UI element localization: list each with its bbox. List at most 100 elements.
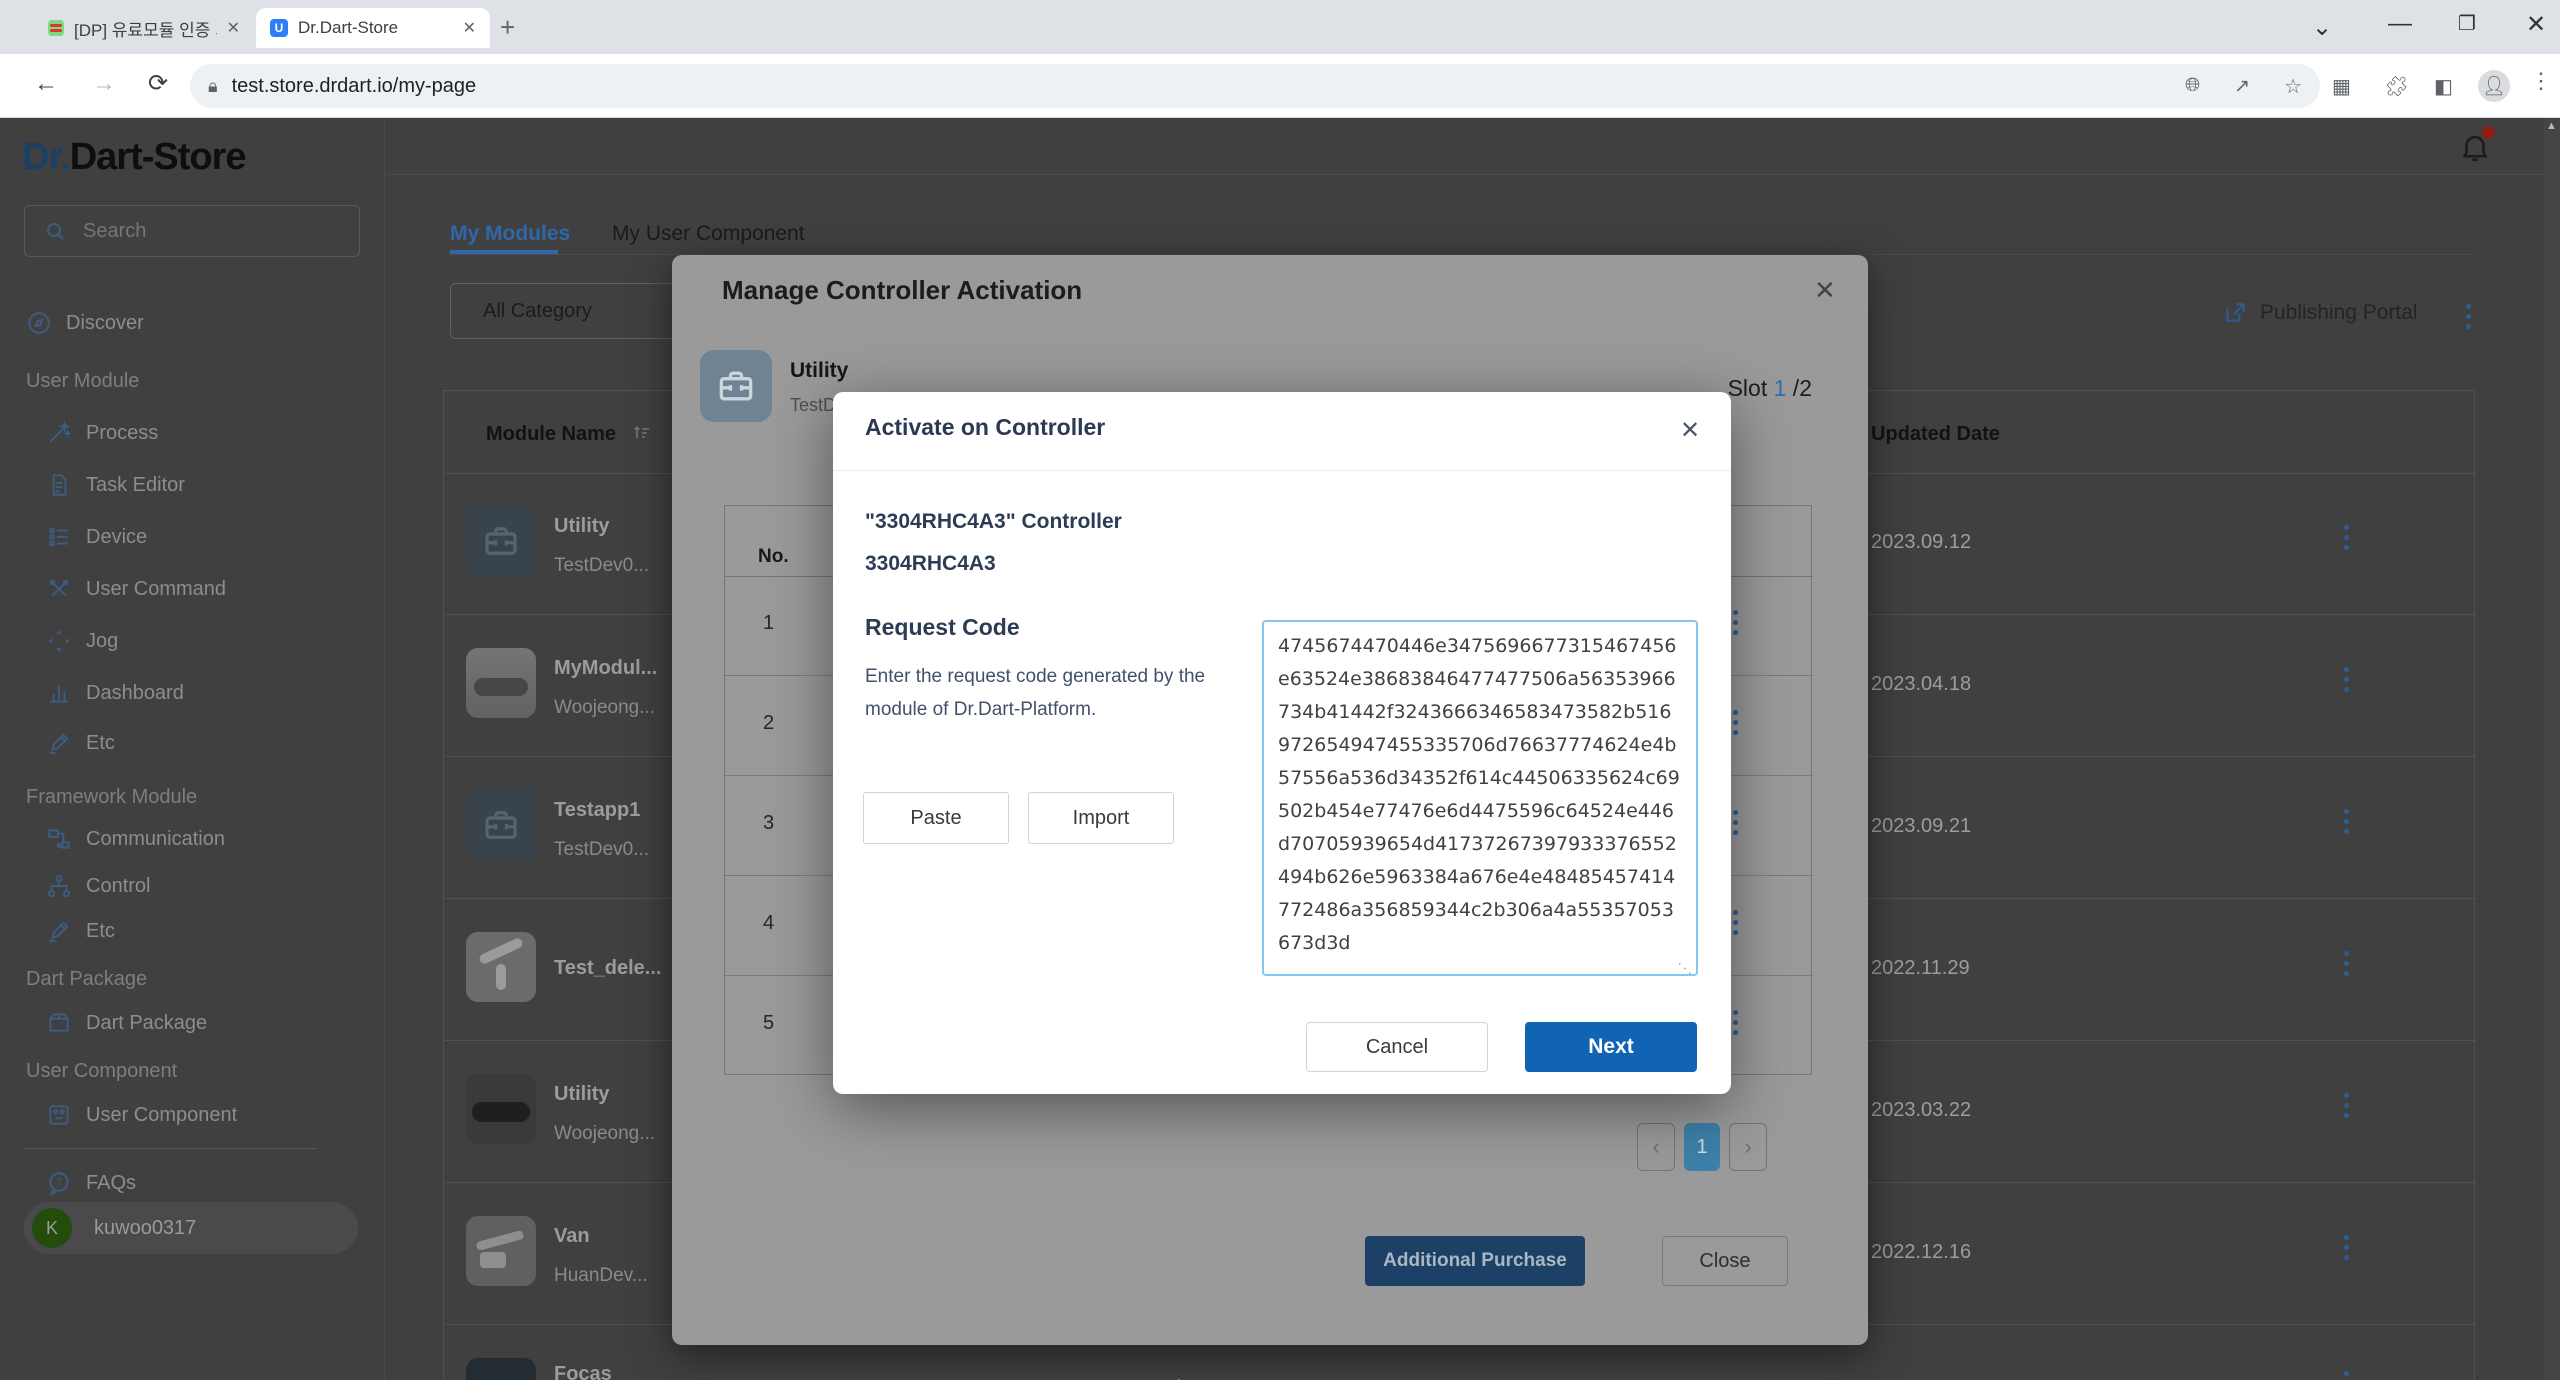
search-input[interactable] [81,219,331,244]
module-name: Utility [554,515,610,538]
browser-menu-kebab-icon[interactable]: ⋮ [2530,68,2552,94]
paste-button[interactable]: Paste [863,792,1009,844]
browser-tab-2[interactable]: U Dr.Dart-Store ✕ [256,8,490,48]
request-code-textarea[interactable]: 4745674470446e3475696677315467456e63524e… [1262,620,1698,976]
row-kebab-icon[interactable] [2344,525,2349,550]
window-minimize-button[interactable]: — [2388,12,2412,36]
reload-icon[interactable]: ⟳ [148,72,168,96]
sidebar-item-dashboard[interactable]: Dashboard [46,680,184,706]
modal2-header-divider [833,470,1731,471]
sidebar-item-task-editor[interactable]: Task Editor [46,472,185,498]
row-kebab-icon[interactable] [2344,1093,2349,1118]
row-kebab-icon[interactable] [2344,1235,2349,1260]
import-button[interactable]: Import [1028,792,1174,844]
tab2-close-icon[interactable]: ✕ [463,18,476,38]
additional-purchase-button[interactable]: Additional Purchase [1365,1236,1585,1286]
translate-icon[interactable]: 🌐︎ [2185,75,2200,97]
address-bar[interactable]: 🔒︎ test.store.drdart.io/my-page 🌐︎ ↗ ☆ [190,64,2320,108]
browser-tab-1[interactable]: [DP] 유료모듈 인증 기능 개발 (Ic ✕ [34,8,254,48]
module-name: Van [554,1225,590,1248]
chevron-left-icon: ‹ [1652,1134,1659,1160]
header-divider [386,174,2544,175]
search-box[interactable] [24,205,360,257]
sidebar-item-control[interactable]: Control [46,873,150,899]
module-thumbnail-toolbox-icon [466,790,536,860]
back-icon[interactable]: ← [34,72,58,96]
category-select-value: All Category [483,300,592,323]
sidebar-item-user-component[interactable]: User Component [46,1102,237,1128]
pagination-page-1-button[interactable]: 1 [1684,1123,1720,1171]
cancel-button[interactable]: Cancel [1306,1022,1488,1072]
row-kebab-icon[interactable] [2344,1371,2349,1380]
slot-kebab-icon[interactable] [1733,1010,1738,1035]
tab1-close-icon[interactable]: ✕ [227,18,240,38]
new-tab-button[interactable]: + [500,14,515,40]
extension-qr-icon[interactable]: ▦ [2332,74,2351,99]
sidebar-item-etc-framework[interactable]: Etc [46,918,115,944]
tools-icon [46,576,72,602]
sidebar-item-faqs[interactable]: ? FAQs [46,1170,136,1196]
module-thumbnail-robot-image [466,932,536,1002]
pencil-icon [46,730,72,756]
side-panel-icon[interactable]: ◧ [2434,74,2453,99]
next-button[interactable]: Next [1525,1022,1697,1072]
control-tree-icon [46,873,72,899]
sidebar-item-user-command[interactable]: User Command [46,576,226,602]
sort-icon[interactable] [629,421,653,445]
share-icon[interactable]: ↗ [2234,75,2250,98]
slot-kebab-icon[interactable] [1733,710,1738,735]
logo-part-dart: Dart [70,136,142,178]
window-menu-chevron-icon[interactable]: ⌄ [2312,16,2332,40]
modal2-close-icon[interactable]: ✕ [1680,416,1700,445]
module-thumbnail-car-image [466,1074,536,1144]
sidebar-item-etc-user[interactable]: Etc [46,730,115,756]
module-thumbnail-car-image [466,648,536,718]
sidebar-item-discover[interactable]: Discover [26,310,144,336]
sidebar-item-label: User Component [86,1104,237,1127]
scrollbar-up-arrow-icon[interactable]: ▲ [2546,120,2557,132]
sidebar-item-process[interactable]: Process [46,420,158,446]
textarea-resize-handle-icon[interactable]: ⋰ [1677,962,1694,976]
slot-kebab-icon[interactable] [1733,810,1738,835]
table-header-module-name[interactable]: Module Name [486,423,616,446]
bookmark-star-icon[interactable]: ☆ [2284,74,2302,99]
row-kebab-icon[interactable] [2344,809,2349,834]
page-menu-kebab-icon[interactable] [2466,304,2471,329]
module-dev: TestDev0... [554,555,649,577]
module-thumbnail-focas-tile: FOCAS [466,1358,536,1380]
sidebar-item-communication[interactable]: Communication [46,826,225,852]
sidebar-item-label: Dart Package [86,1012,207,1035]
slot-kebab-icon[interactable] [1733,610,1738,635]
sidebar-item-label: Process [86,422,158,445]
profile-avatar[interactable]: 👤︎ [2478,70,2510,102]
modal1-close-button[interactable]: Close [1662,1236,1788,1286]
pagination-next-button[interactable]: › [1729,1123,1767,1171]
user-card[interactable]: K kuwoo0317 [24,1202,358,1254]
lock-icon: 🔒︎ [208,76,218,97]
publishing-portal-link[interactable]: Publishing Portal [2222,300,2418,326]
extensions-puzzle-icon[interactable]: 🧩︎ [2384,74,2409,99]
page-number: 1 [1696,1136,1707,1159]
slot-kebab-icon[interactable] [1733,910,1738,935]
additional-purchase-label: Additional Purchase [1383,1250,1567,1272]
request-code-description: Enter the request code generated by the … [865,660,1227,726]
window-restore-button[interactable]: ❐ [2458,14,2476,34]
sidebar: Dr.Dart-Store Discover User Module Proce… [0,118,385,1380]
module-name: Testapp1 [554,799,640,822]
sidebar-item-label: Etc [86,920,115,943]
page-scrollbar[interactable]: ▲ ▼ [2544,118,2560,1380]
window-close-button[interactable]: ✕ [2526,13,2546,37]
sidebar-item-device[interactable]: Device [46,524,147,550]
sidebar-item-dart-package[interactable]: Dart Package [46,1010,207,1036]
tab-my-modules[interactable]: My Modules [450,222,570,246]
modal1-close-icon[interactable]: ✕ [1814,275,1836,306]
sidebar-item-label: User Command [86,578,226,601]
store-logo[interactable]: Dr.Dart-Store [22,136,246,179]
pagination-prev-button[interactable]: ‹ [1637,1123,1675,1171]
row-kebab-icon[interactable] [2344,951,2349,976]
forward-icon[interactable]: → [92,72,116,96]
sidebar-item-jog[interactable]: Jog [46,628,118,654]
tab-my-user-component[interactable]: My User Component [612,222,805,246]
tab2-favicon-icon: U [270,19,288,37]
row-kebab-icon[interactable] [2344,667,2349,692]
